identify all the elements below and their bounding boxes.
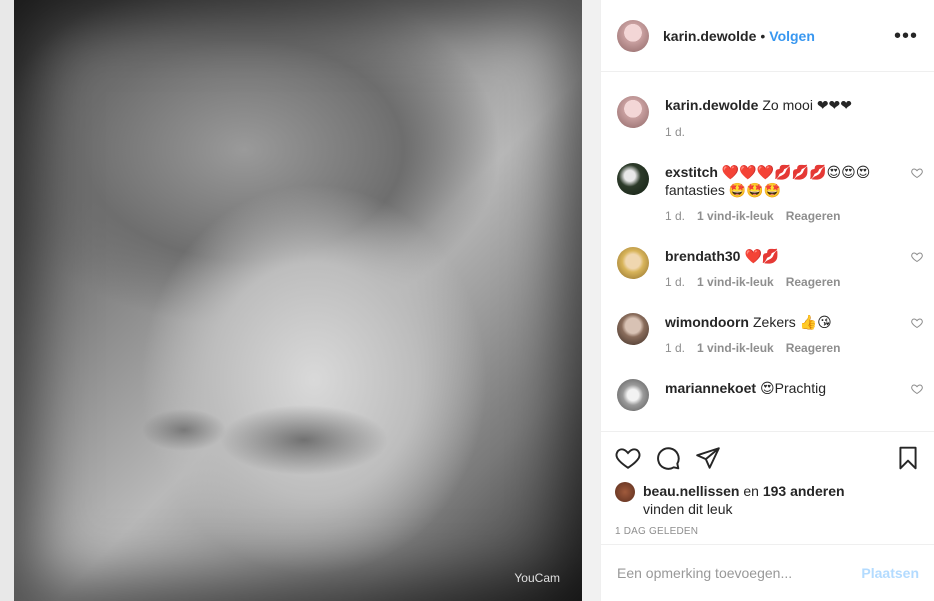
- post-side-panel: karin.dewolde • Volgen ••• karin.dewolde…: [600, 0, 934, 601]
- avatar[interactable]: [617, 19, 649, 52]
- comment-like-heart-icon[interactable]: [911, 167, 923, 179]
- liker-avatar[interactable]: [615, 482, 635, 502]
- comment-text: Zo mooi ❤❤❤: [762, 97, 853, 113]
- comment-text-block: karin.dewolde Zo mooi ❤❤❤: [665, 96, 919, 114]
- post-comment-button[interactable]: Plaatsen: [861, 565, 919, 581]
- photo-image: [14, 0, 582, 601]
- comment-item: karin.dewolde Zo mooi ❤❤❤ 1 d.: [601, 96, 934, 139]
- reply-button[interactable]: Reageren: [786, 275, 841, 289]
- comment-meta: 1 d. 1 vind-ik-leuk Reageren: [665, 275, 919, 289]
- comment-time[interactable]: 1 d.: [665, 275, 685, 289]
- comment-time[interactable]: 1 d.: [665, 341, 685, 355]
- add-comment-bar: Plaatsen: [601, 544, 934, 601]
- comment-item: brendath30 ❤️💋 1 d. 1 vind-ik-leuk Reager…: [601, 247, 934, 289]
- comment-avatar[interactable]: [617, 163, 649, 195]
- comment-bubble-icon[interactable]: [655, 445, 681, 471]
- comment-likes[interactable]: 1 vind-ik-leuk: [697, 209, 774, 223]
- photo-watermark: YouCam: [514, 571, 560, 585]
- comment-item: mariannekoet 😍Prachtig: [601, 379, 934, 411]
- header-separator-dot: •: [760, 27, 766, 44]
- comment-time[interactable]: 1 d.: [665, 125, 685, 139]
- comment-username[interactable]: exstitch: [665, 164, 718, 180]
- comment-text: 😍Prachtig: [760, 380, 826, 396]
- comment-avatar[interactable]: [617, 379, 649, 411]
- comment-avatar[interactable]: [617, 96, 649, 128]
- comment-username[interactable]: wimondoorn: [665, 314, 749, 330]
- post-photo[interactable]: YouCam: [0, 0, 600, 601]
- reply-button[interactable]: Reageren: [786, 341, 841, 355]
- reply-button[interactable]: Reageren: [786, 209, 841, 223]
- bookmark-icon[interactable]: [895, 445, 921, 471]
- comment-like-heart-icon[interactable]: [911, 383, 923, 395]
- comment-item: exstitch ❤️❤️❤️💋💋💋😍😍😍 fantasties 🤩🤩🤩 1 d.…: [601, 163, 934, 223]
- likes-text: beau.nellissen en 193 anderen vinden dit…: [643, 482, 845, 518]
- comment-meta: 1 d. 1 vind-ik-leuk Reageren: [665, 341, 919, 355]
- post-timestamp[interactable]: 1 DAG GELEDEN: [615, 526, 921, 537]
- comments-list[interactable]: karin.dewolde Zo mooi ❤❤❤ 1 d. exstitch ❤️…: [601, 73, 934, 431]
- comment-time[interactable]: 1 d.: [665, 209, 685, 223]
- comment-like-heart-icon[interactable]: [911, 317, 923, 329]
- photo-border-right: [582, 0, 600, 601]
- comment-text-block: mariannekoet 😍Prachtig: [665, 379, 919, 397]
- comment-avatar[interactable]: [617, 313, 649, 345]
- comment-meta: 1 d. 1 vind-ik-leuk Reageren: [665, 209, 919, 223]
- comment-text: Zekers 👍😘: [753, 314, 832, 330]
- like-heart-icon[interactable]: [615, 445, 641, 471]
- likes-others-count[interactable]: 193 anderen: [763, 483, 845, 499]
- follow-button[interactable]: Volgen: [769, 28, 815, 44]
- comment-text-block: brendath30 ❤️💋: [665, 247, 919, 265]
- likes-suffix: vinden dit leuk: [643, 501, 733, 517]
- liker-username[interactable]: beau.nellissen: [643, 483, 739, 499]
- comment-username[interactable]: karin.dewolde: [665, 97, 758, 113]
- post-header: karin.dewolde • Volgen •••: [601, 0, 934, 72]
- likes-summary: beau.nellissen en 193 anderen vinden dit…: [615, 482, 921, 518]
- post-actions: beau.nellissen en 193 anderen vinden dit…: [601, 431, 934, 543]
- comment-avatar[interactable]: [617, 247, 649, 279]
- comment-text: ❤️💋: [744, 248, 780, 264]
- comment-username[interactable]: brendath30: [665, 248, 740, 264]
- header-username[interactable]: karin.dewolde: [663, 28, 756, 44]
- comment-text-block: wimondoorn Zekers 👍😘: [665, 313, 919, 331]
- comment-item: wimondoorn Zekers 👍😘 1 d. 1 vind-ik-leuk …: [601, 313, 934, 355]
- comment-likes[interactable]: 1 vind-ik-leuk: [697, 275, 774, 289]
- action-icons-row: [615, 442, 921, 474]
- comment-like-heart-icon[interactable]: [911, 251, 923, 263]
- comment-input[interactable]: [617, 565, 862, 581]
- comment-username[interactable]: mariannekoet: [665, 380, 756, 396]
- comment-likes[interactable]: 1 vind-ik-leuk: [697, 341, 774, 355]
- comment-meta: 1 d.: [665, 125, 919, 139]
- likes-and: en: [739, 483, 763, 499]
- photo-border-left: [0, 0, 14, 601]
- more-options-icon[interactable]: •••: [894, 26, 918, 46]
- comment-text-block: exstitch ❤️❤️❤️💋💋💋😍😍😍 fantasties 🤩🤩🤩: [665, 163, 919, 199]
- share-send-icon[interactable]: [695, 445, 721, 471]
